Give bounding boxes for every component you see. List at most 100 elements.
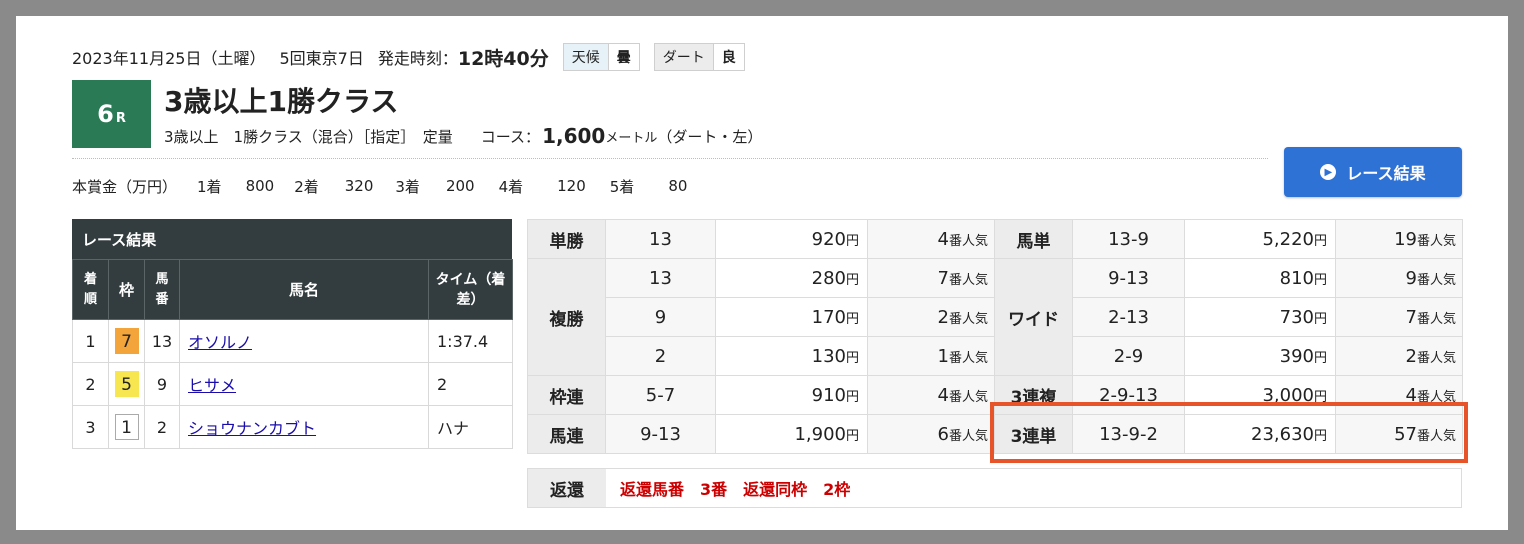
payout-row: 単勝 13 920円 4番人気 馬単 13-9 5,220円 19番人気: [527, 219, 1463, 259]
wide-number: 2-13: [1072, 297, 1185, 337]
umatan-number: 13-9: [1072, 219, 1185, 259]
waku-cell: 1: [108, 405, 145, 449]
col-header-horse-name: 馬名: [179, 259, 429, 320]
refund-row: 返還 返還馬番 3番 返還同枠 2枠: [527, 468, 1462, 508]
fukusho-amount: 280: [811, 267, 846, 289]
table-row: 1 7 13 オソルノ 1:37.4: [72, 319, 513, 363]
wakuren-label: 枠連: [527, 375, 606, 415]
fukusho-popularity: 7: [937, 267, 949, 289]
track-badge: ダート 良: [653, 43, 745, 71]
prize-place: 3着: [395, 177, 420, 196]
prize-place: 1着: [197, 177, 222, 196]
popularity-suffix: 番人気: [948, 233, 988, 249]
wide-pop-cell: 9番人気: [1335, 258, 1463, 298]
tansho-pop-cell: 4番人気: [867, 219, 995, 259]
waku-cell: 5: [108, 362, 145, 406]
popularity-suffix: 番人気: [1416, 233, 1456, 249]
umaren-amount: 1,900: [794, 423, 846, 445]
wide-label: ワイド: [994, 258, 1073, 376]
wide-amount-cell: 390円: [1184, 336, 1336, 376]
wide-popularity: 9: [1405, 267, 1417, 289]
weather-label: 天候: [563, 44, 608, 70]
col-header-finish: 着順: [72, 259, 109, 320]
yen-unit: 円: [845, 311, 859, 327]
fukusho-pop-cell: 1番人気: [867, 336, 995, 376]
yen-unit: 円: [845, 272, 859, 288]
tansho-popularity: 4: [937, 228, 949, 250]
table-row: 3 1 2 ショウナンカブト ハナ: [72, 405, 513, 449]
col-header-waku: 枠: [108, 259, 145, 320]
popularity-suffix: 番人気: [1416, 272, 1456, 288]
popularity-suffix: 番人気: [1416, 311, 1456, 327]
wide-amount: 810: [1279, 267, 1314, 289]
yen-unit: 円: [845, 233, 859, 249]
finish-time: 2: [428, 362, 513, 406]
weather-value: 曇: [607, 44, 639, 70]
finish-time: ハナ: [428, 405, 513, 449]
prize-amount: 80: [668, 177, 688, 195]
horse-number: 2: [144, 405, 180, 449]
meeting: 5回東京7日: [279, 49, 364, 68]
post-time-label: 発走時刻：: [377, 49, 458, 68]
umaren-pop-cell: 6番人気: [867, 414, 995, 454]
wide-amount: 390: [1279, 345, 1314, 367]
wide-popularity: 2: [1405, 345, 1417, 367]
race-suffix: R: [115, 110, 126, 126]
horse-number: 9: [144, 362, 180, 406]
waku-cell: 7: [108, 319, 145, 363]
track-label: ダート: [654, 44, 713, 70]
fukusho-pop-cell: 2番人気: [867, 297, 995, 337]
finish-position: 1: [72, 319, 109, 363]
fukusho-amount-cell: 280円: [715, 258, 868, 298]
umaren-amount-cell: 1,900円: [715, 414, 868, 454]
results-table: 着順 枠 馬番 馬名 タイム（着差） 1 7 13 オソルノ 1:37.4 2 …: [72, 259, 513, 449]
race-conditions: 3歳以上 1勝クラス（混合）［指定］ 定量 コース： 1,600 メートル （ダ…: [164, 122, 762, 150]
prize-label: 本賞金（万円）: [72, 177, 178, 196]
table-row: 2 5 9 ヒサメ 2: [72, 362, 513, 406]
fukusho-pop-cell: 7番人気: [867, 258, 995, 298]
wide-popularity: 7: [1405, 306, 1417, 328]
umatan-label: 馬単: [994, 219, 1073, 259]
wakuren-amount-cell: 910円: [715, 375, 868, 415]
horse-name-link[interactable]: ショウナンカブト: [188, 419, 316, 438]
yen-unit: 円: [845, 350, 859, 366]
popularity-suffix: 番人気: [948, 389, 988, 405]
umaren-number: 9-13: [605, 414, 716, 454]
popularity-suffix: 番人気: [1416, 350, 1456, 366]
race-title: 3歳以上1勝クラス: [164, 85, 399, 118]
yen-unit: 円: [845, 428, 859, 444]
race-number-badge: 6R: [72, 80, 151, 148]
yen-unit: 円: [1313, 272, 1327, 288]
yen-unit: 円: [1313, 233, 1327, 249]
prize-money: 本賞金（万円） 1着 800 2着 320 3着 200 4着 120 5着 8…: [72, 174, 687, 198]
umaren-label: 馬連: [527, 414, 606, 454]
popularity-suffix: 番人気: [948, 272, 988, 288]
horse-name-cell: オソルノ: [179, 319, 429, 363]
wide-number: 9-13: [1072, 258, 1185, 298]
prize-place: 2着: [294, 177, 319, 196]
race-result-button[interactable]: ▶ レース結果: [1284, 147, 1462, 197]
race-number: 6: [97, 100, 114, 128]
finish-time: 1:37.4: [428, 319, 513, 363]
wide-amount: 730: [1279, 306, 1314, 328]
wakuren-pop-cell: 4番人気: [867, 375, 995, 415]
divider: [72, 158, 1268, 159]
sanrentan-highlight-box: [990, 402, 1468, 463]
fukusho-amount: 130: [811, 345, 846, 367]
waku-badge: 1: [114, 414, 139, 440]
wide-pop-cell: 7番人気: [1335, 297, 1463, 337]
race-date: 2023年11月25日（土曜）: [72, 49, 266, 68]
umatan-popularity: 19: [1394, 228, 1417, 250]
umatan-amount: 5,220: [1262, 228, 1314, 250]
horse-name-cell: ヒサメ: [179, 362, 429, 406]
yen-unit: 円: [1313, 350, 1327, 366]
distance-unit: メートル: [605, 130, 658, 146]
prize-place: 5着: [609, 177, 635, 196]
umatan-pop-cell: 19番人気: [1335, 219, 1463, 259]
wide-amount-cell: 810円: [1184, 258, 1336, 298]
horse-name-link[interactable]: オソルノ: [188, 333, 252, 352]
prize-amount: 120: [557, 177, 586, 195]
horse-name-link[interactable]: ヒサメ: [188, 376, 236, 395]
prize-place: 4着: [498, 177, 524, 196]
fukusho-popularity: 2: [937, 306, 949, 328]
